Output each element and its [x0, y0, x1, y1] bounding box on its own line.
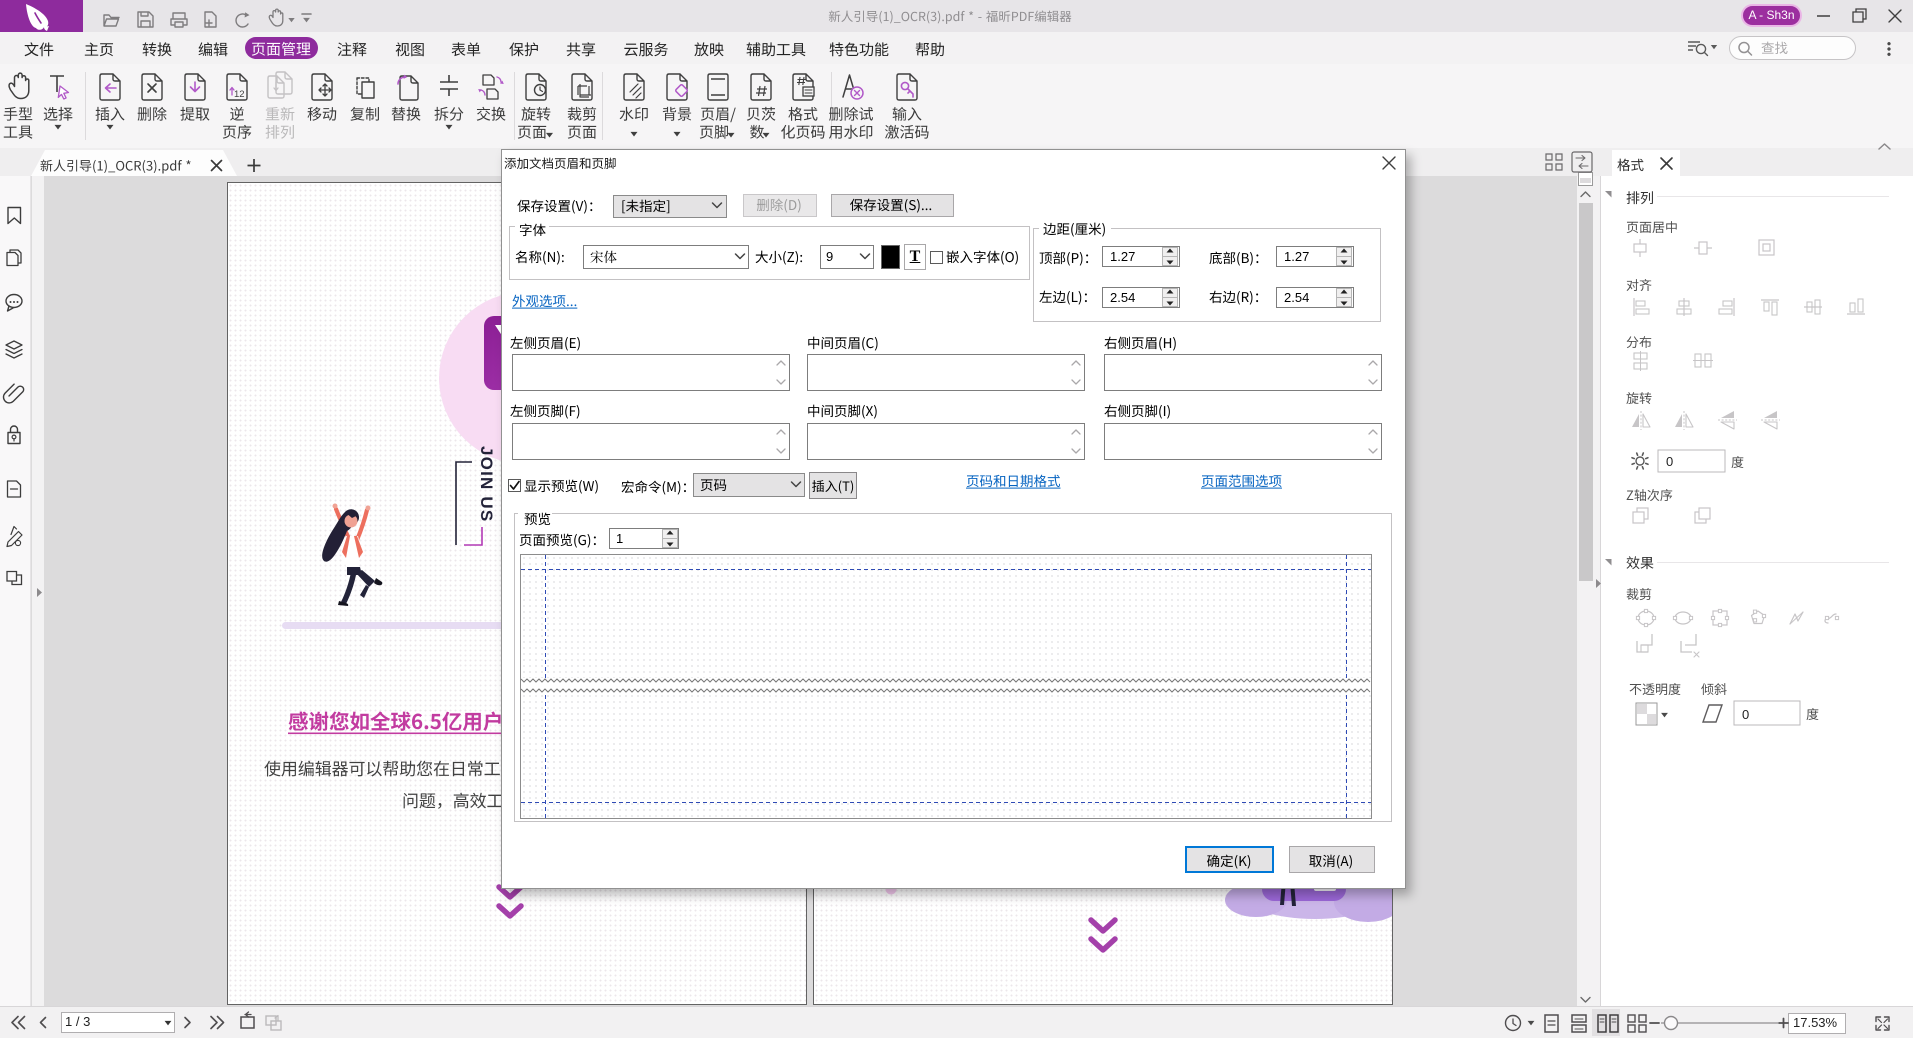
svg-text:0: 0 — [1742, 707, 1749, 722]
svg-text:12: 12 — [234, 89, 245, 100]
svg-text:0: 0 — [1666, 454, 1673, 469]
